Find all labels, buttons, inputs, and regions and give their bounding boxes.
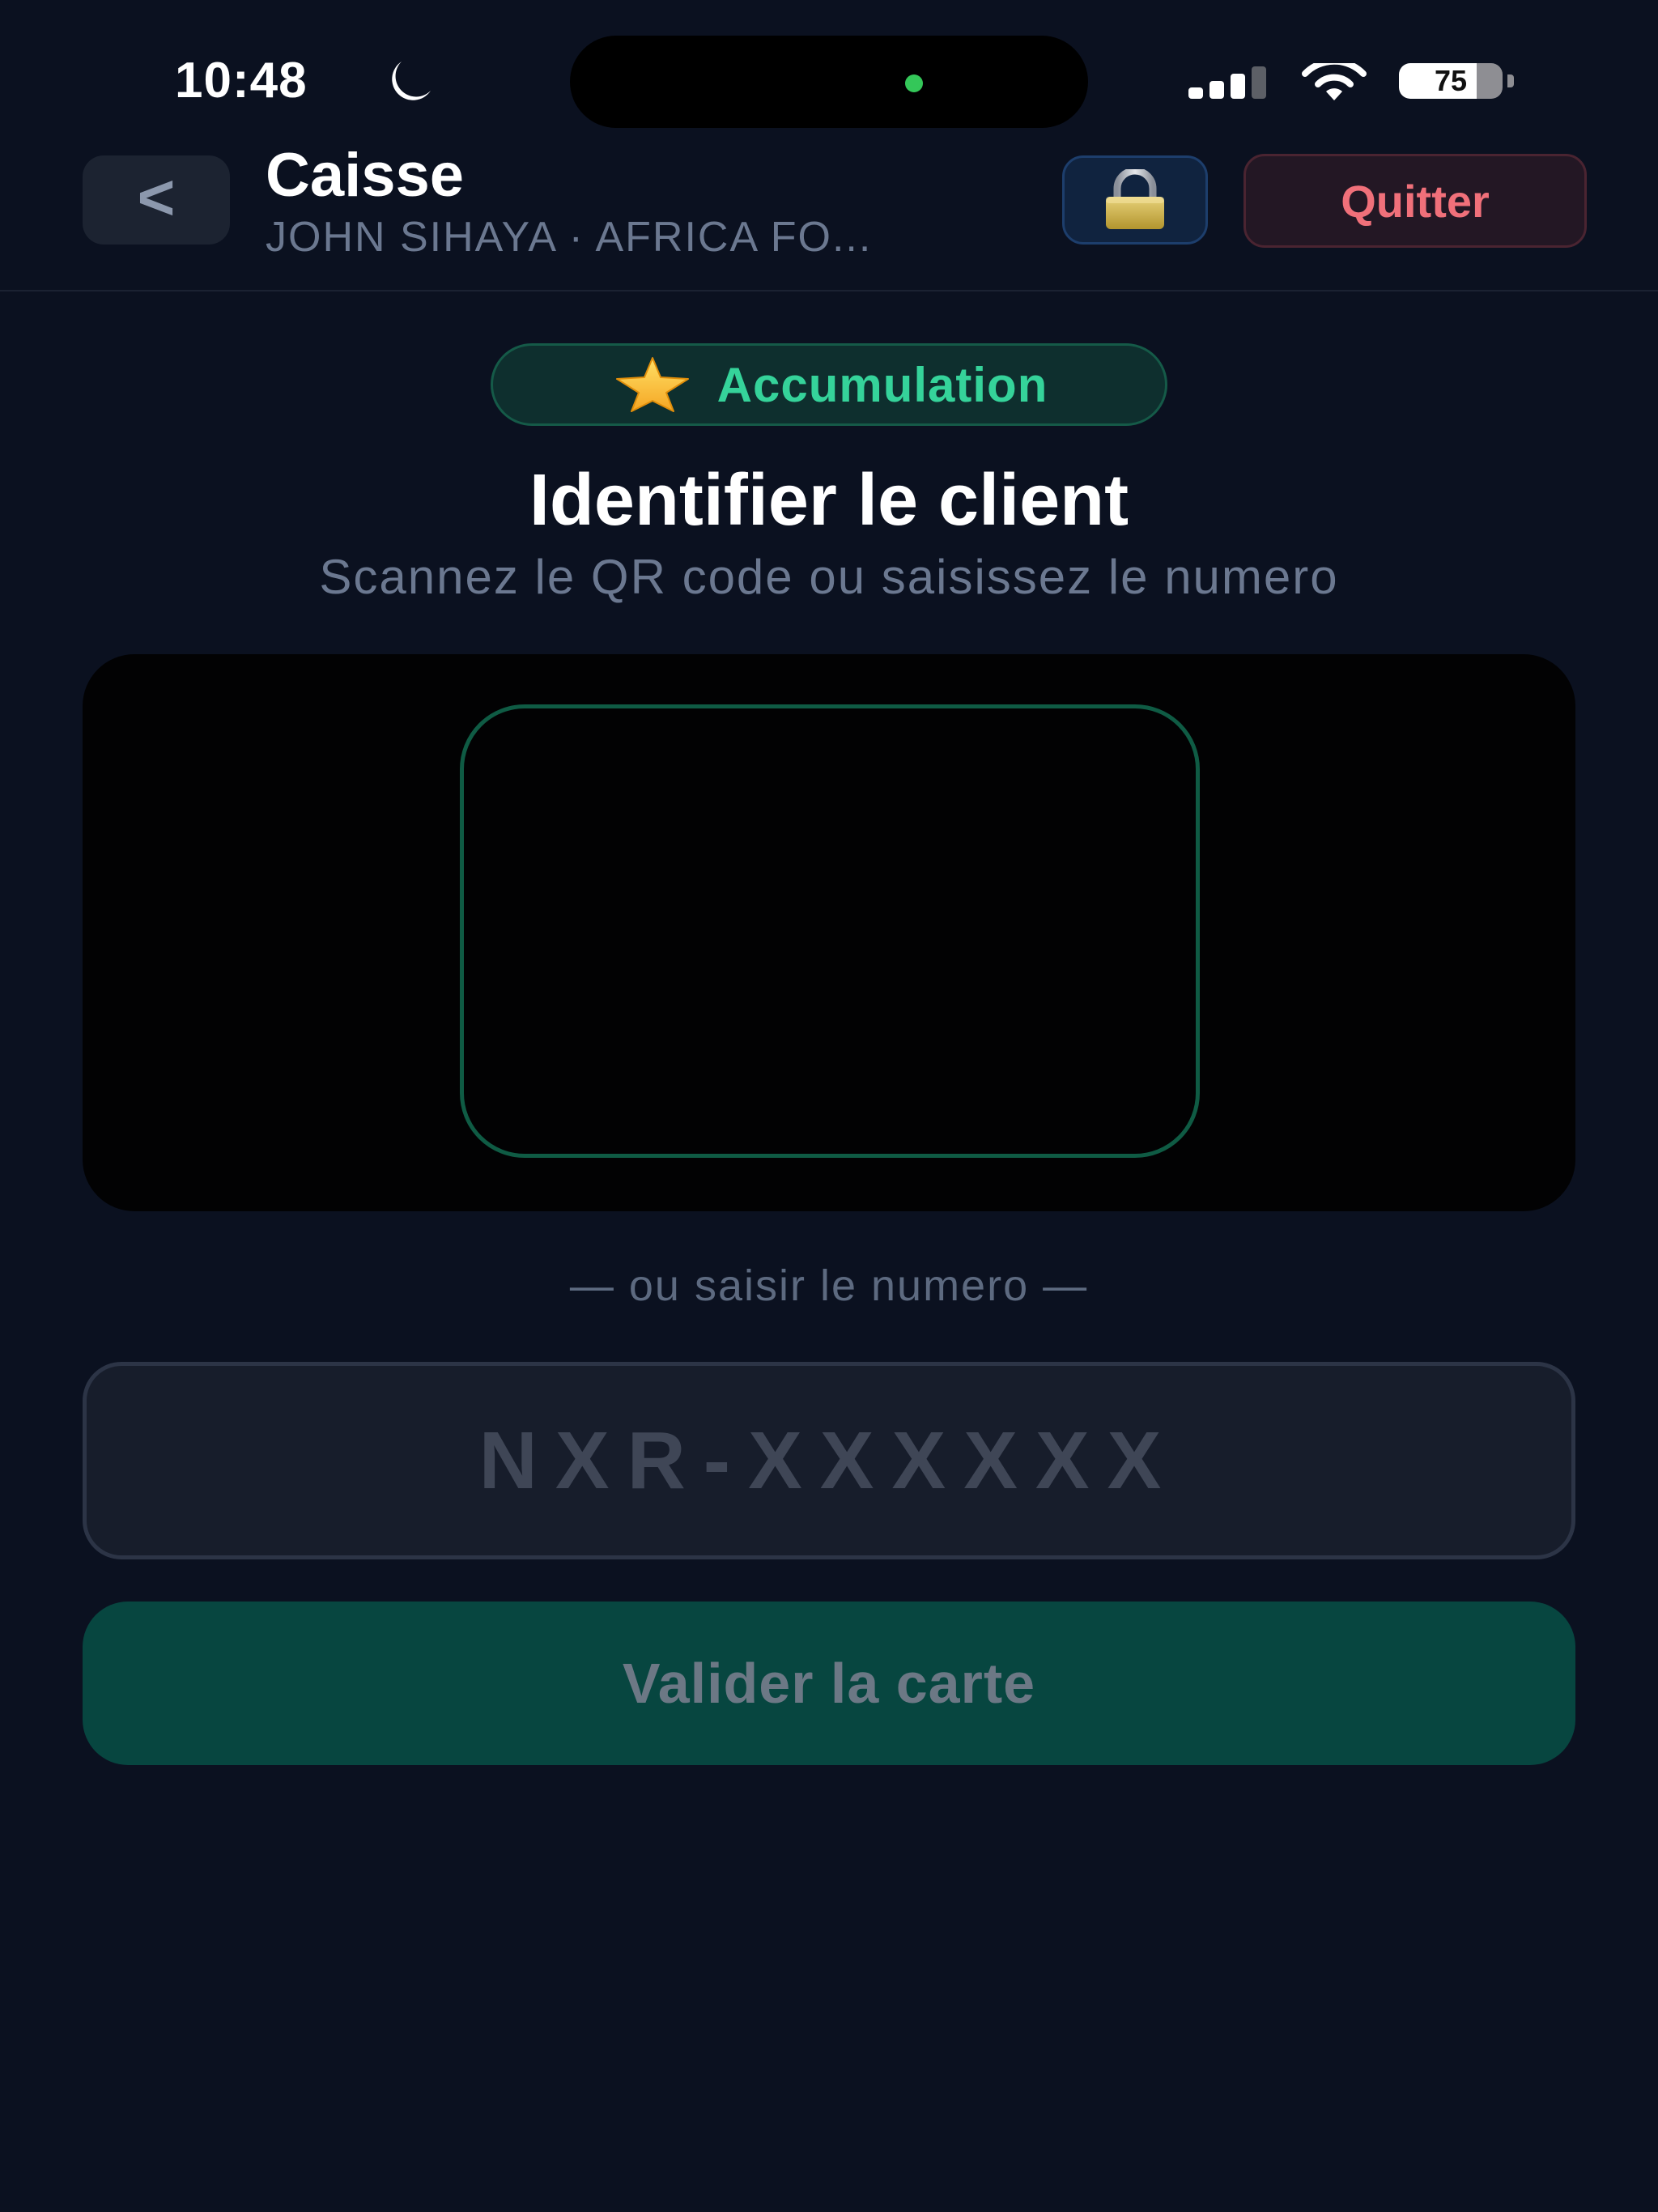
qr-scanner-camera[interactable] [83, 654, 1575, 1211]
battery-percent: 75 [1434, 64, 1468, 97]
card-number-input[interactable] [83, 1362, 1575, 1559]
lock-button[interactable] [1062, 155, 1208, 245]
quit-button[interactable]: Quitter [1244, 154, 1587, 248]
mode-label: Accumulation [716, 357, 1048, 412]
header-divider [0, 290, 1658, 291]
battery-icon: 75 [1399, 63, 1516, 100]
back-button-label: < [137, 161, 176, 233]
scan-frame [460, 704, 1200, 1158]
header-subtitle: JOHN SIHAYA · AFRICA FO... [266, 214, 873, 261]
moon-icon [392, 62, 431, 100]
page-title: Identifier le client [529, 460, 1129, 541]
quit-button-label: Quitter [1341, 175, 1490, 227]
page-header-title: Caisse [266, 141, 465, 210]
wifi-icon [1302, 63, 1367, 100]
back-button[interactable]: < [83, 155, 230, 245]
mode-badge: Accumulation [491, 343, 1167, 426]
star-icon [615, 357, 689, 412]
status-time: 10:48 [175, 53, 308, 108]
or-divider-label: — ou saisir le numero — [569, 1261, 1089, 1310]
camera-indicator-icon [905, 74, 923, 92]
lock-icon [1106, 169, 1164, 229]
validate-button-label: Valider la carte [622, 1652, 1036, 1715]
page-subtitle: Scannez le QR code ou saisissez le numer… [319, 550, 1339, 604]
signal-icon [1188, 66, 1266, 99]
screen: 10:48 75 < Caisse JOHN SIHAYA · AFRICA F… [0, 0, 1658, 2212]
validate-card-button[interactable]: Valider la carte [83, 1602, 1575, 1765]
dynamic-island [570, 36, 1088, 128]
